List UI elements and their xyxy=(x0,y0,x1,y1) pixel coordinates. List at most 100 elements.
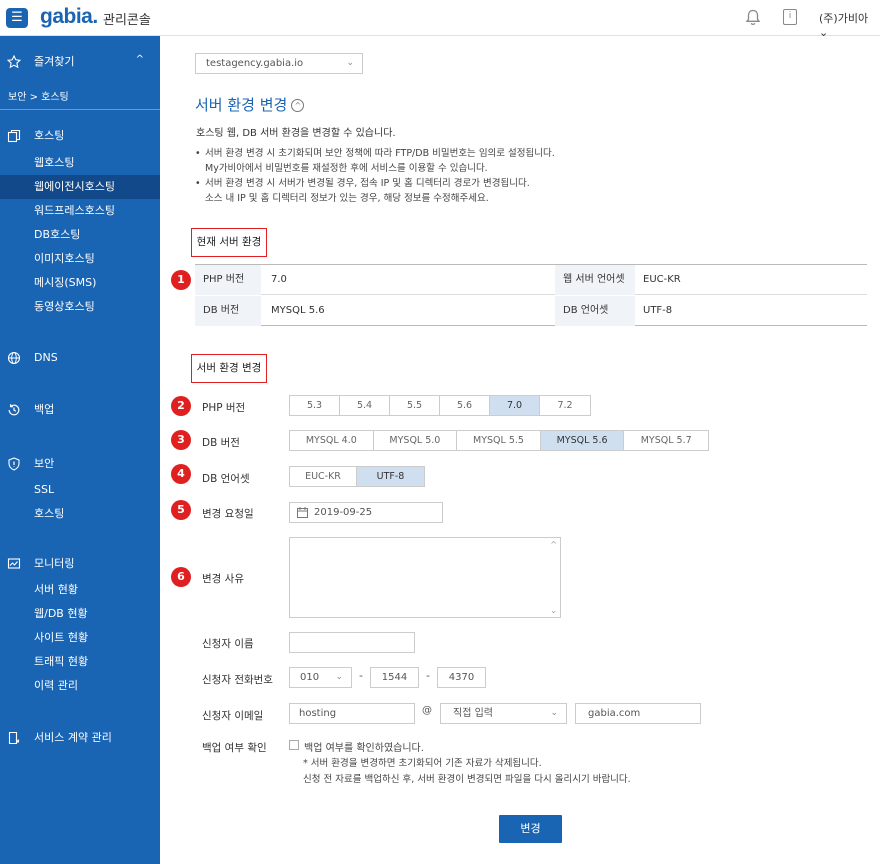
phone-middle-value: 1544 xyxy=(381,672,408,683)
monitoring-items: 서버 현황 웹/DB 현황 사이트 현황 트래픽 현황 이력 관리 xyxy=(0,578,160,698)
segment-option[interactable]: UTF-8 xyxy=(357,467,424,486)
page-title: 서버 환경 변경 ^ xyxy=(195,94,305,115)
sidebar-dns[interactable]: DNS xyxy=(0,348,160,368)
segment-option[interactable]: 5.6 xyxy=(440,396,490,415)
current-env-heading: 현재 서버 환경 xyxy=(191,228,267,257)
backup-note-line: * 서버 환경을 변경하면 초기화되어 기존 자료가 삭제됩니다. xyxy=(303,758,542,769)
email-label: 신청자 이메일 xyxy=(202,710,264,722)
change-env-heading: 서버 환경 변경 xyxy=(191,354,267,383)
email-id-value: hosting xyxy=(299,708,337,719)
backup-checkbox-label[interactable]: 백업 여부를 확인하였습니다. xyxy=(304,739,424,754)
sidebar-group-security: 보안 SSL 호스팅 xyxy=(0,454,160,526)
phone-last-input[interactable]: 4370 xyxy=(437,667,486,688)
bell-icon[interactable] xyxy=(745,9,761,26)
segment-option[interactable]: MYSQL 5.5 xyxy=(457,431,541,450)
sidebar-subitem[interactable]: 웹에이전시호스팅 xyxy=(0,175,160,199)
db-version-selector: MYSQL 4.0 MYSQL 5.0 MYSQL 5.5 MYSQL 5.6 MYSQ… xyxy=(289,430,709,451)
phone-middle-input[interactable]: 1544 xyxy=(370,667,419,688)
segment-option[interactable]: 7.0 xyxy=(490,396,540,415)
scroll-up-icon[interactable]: ^ xyxy=(550,540,557,549)
sidebar-subitem[interactable]: 트래픽 현황 xyxy=(0,650,160,674)
notice-icon[interactable]: i xyxy=(783,9,797,25)
sidebar-backup[interactable]: 백업 xyxy=(0,400,160,420)
sidebar-subitem[interactable]: 이미지호스팅 xyxy=(0,247,160,271)
badge-1: 1 xyxy=(171,270,191,290)
sidebar-subitem[interactable]: 웹호스팅 xyxy=(0,151,160,175)
sidebar-subitem[interactable]: DB호스팅 xyxy=(0,223,160,247)
sidebar-group-hosting: 호스팅 웹호스팅 웹에이전시호스팅 워드프레스호스팅 DB호스팅 이미지호스팅 메시징(S… xyxy=(0,126,160,319)
sidebar-contract[interactable]: 서비스 계약 관리 xyxy=(0,728,160,748)
php-version-selector: 5.3 5.4 5.5 5.6 7.0 7.2 xyxy=(289,395,591,416)
notice-list: 서버 환경 변경 시 초기화되며 보안 정책에 따라 FTP/DB 비밀번호는 … xyxy=(193,146,555,206)
sidebar: 즐겨찾기 ^ 보안 > 호스팅 호스팅 웹호스팅 웹에이전시호스팅 워드프레스호스팅… xyxy=(0,36,160,864)
date-label: 변경 요청일 xyxy=(202,508,254,520)
sidebar-subitem[interactable]: 호스팅 xyxy=(0,502,160,526)
sidebar-subitem[interactable]: 서버 현황 xyxy=(0,578,160,602)
segment-option[interactable]: MYSQL 5.0 xyxy=(374,431,458,450)
phone-dash: - xyxy=(426,669,430,682)
notice-line: 서버 환경 변경 시 초기화되며 보안 정책에 따라 FTP/DB 비밀번호는 … xyxy=(205,148,555,159)
notice-item: 서버 환경 변경 시 초기화되며 보안 정책에 따라 FTP/DB 비밀번호는 … xyxy=(193,146,555,176)
domain-select-value: testagency.gabia.io xyxy=(206,58,304,69)
php-version-label: PHP 버전 xyxy=(202,402,246,414)
db-version-value: MYSQL 5.6 xyxy=(271,305,325,316)
calendar-icon[interactable] xyxy=(297,507,308,518)
submit-button[interactable]: 변경 xyxy=(499,815,562,843)
table-row: DB 버전 MYSQL 5.6 DB 언어셋 UTF-8 xyxy=(195,296,867,326)
segment-option[interactable]: 5.4 xyxy=(340,396,390,415)
backup-note: * 서버 환경을 변경하면 초기화되어 기존 자료가 삭제됩니다. 신청 전 자… xyxy=(303,756,631,788)
backup-checkbox[interactable] xyxy=(289,740,299,750)
sidebar-subitem[interactable]: 웹/DB 현황 xyxy=(0,602,160,626)
badge-6: 6 xyxy=(171,567,191,587)
table-row: PHP 버전 7.0 웹 서버 언어셋 EUC-KR xyxy=(195,265,867,295)
segment-option[interactable]: MYSQL 5.6 xyxy=(540,431,625,450)
sidebar-subitem[interactable]: 사이트 현황 xyxy=(0,626,160,650)
segment-option[interactable]: 5.3 xyxy=(290,396,340,415)
notice-line: My가비아에서 비밀번호를 재설정한 후에 서비스를 이용할 수 있습니다. xyxy=(205,163,488,174)
date-input[interactable]: 2019-09-25 xyxy=(289,502,443,523)
email-domain-select-value: 직접 입력 xyxy=(453,708,493,719)
email-id-input[interactable]: hosting xyxy=(289,703,415,724)
email-domain-value: gabia.com xyxy=(588,708,641,719)
sidebar-subitem[interactable]: 동영상호스팅 xyxy=(0,295,160,319)
phone-prefix-select[interactable]: 010 ⌄ xyxy=(289,667,352,688)
name-input[interactable] xyxy=(289,632,415,653)
notice-item: 서버 환경 변경 시 서버가 변경될 경우, 접속 IP 및 홈 디렉터리 경로… xyxy=(193,176,555,206)
sidebar-security-label[interactable]: 보안 xyxy=(0,454,160,474)
db-version-header: DB 버전 xyxy=(195,296,261,326)
chevron-down-icon: ⌄ xyxy=(335,672,343,682)
sidebar-subitem[interactable]: 이력 관리 xyxy=(0,674,160,698)
db-charset-header: DB 언어셋 xyxy=(555,296,635,326)
app-title: 관리콘솔 xyxy=(103,13,151,28)
scroll-down-icon[interactable]: ⌄ xyxy=(550,606,557,615)
sidebar-favorites[interactable]: 즐겨찾기 ^ xyxy=(0,52,160,72)
top-bar: ☰ gabia. 관리콘솔 i (주)가비아 ⌄ xyxy=(0,0,880,39)
page-description: 호스팅 웹, DB 서버 환경을 변경할 수 있습니다. xyxy=(196,128,396,139)
reason-textarea[interactable]: ^ ⌄ xyxy=(289,537,561,618)
email-at: @ xyxy=(422,705,432,716)
contract-icon xyxy=(8,731,20,745)
sidebar-subitem[interactable]: SSL xyxy=(0,478,160,502)
sidebar-hosting-label[interactable]: 호스팅 xyxy=(0,126,160,146)
db-charset-label: DB 언어셋 xyxy=(202,473,250,485)
segment-option[interactable]: MYSQL 4.0 xyxy=(290,431,374,450)
monitor-chart-icon xyxy=(7,558,21,569)
sidebar-subitem[interactable]: 워드프레스호스팅 xyxy=(0,199,160,223)
segment-option[interactable]: 7.2 xyxy=(540,396,590,415)
chevron-up-icon[interactable]: ^ xyxy=(136,54,144,65)
collapse-up-icon[interactable]: ^ xyxy=(291,99,305,112)
sidebar-backup-label: 백업 xyxy=(34,403,55,416)
user-menu[interactable]: (주)가비아 ⌄ xyxy=(819,10,880,39)
email-domain-input[interactable]: gabia.com xyxy=(575,703,701,724)
hamburger-menu-icon[interactable]: ☰ xyxy=(6,8,28,28)
segment-option[interactable]: 5.5 xyxy=(390,396,440,415)
sidebar-group-monitoring: 모니터링 서버 현황 웹/DB 현황 사이트 현황 트래픽 현황 이력 관리 xyxy=(0,554,160,698)
domain-select[interactable]: testagency.gabia.io ⌄ xyxy=(195,53,363,74)
email-domain-select[interactable]: 직접 입력 ⌄ xyxy=(440,703,567,724)
sidebar-monitoring-label[interactable]: 모니터링 xyxy=(0,554,160,574)
gabia-logo[interactable]: gabia. xyxy=(40,5,98,29)
segment-option[interactable]: EUC-KR xyxy=(290,467,357,486)
sidebar-subitem[interactable]: 메시징(SMS) xyxy=(0,271,160,295)
db-charset-selector: EUC-KR UTF-8 xyxy=(289,466,425,487)
segment-option[interactable]: MYSQL 5.7 xyxy=(624,431,708,450)
